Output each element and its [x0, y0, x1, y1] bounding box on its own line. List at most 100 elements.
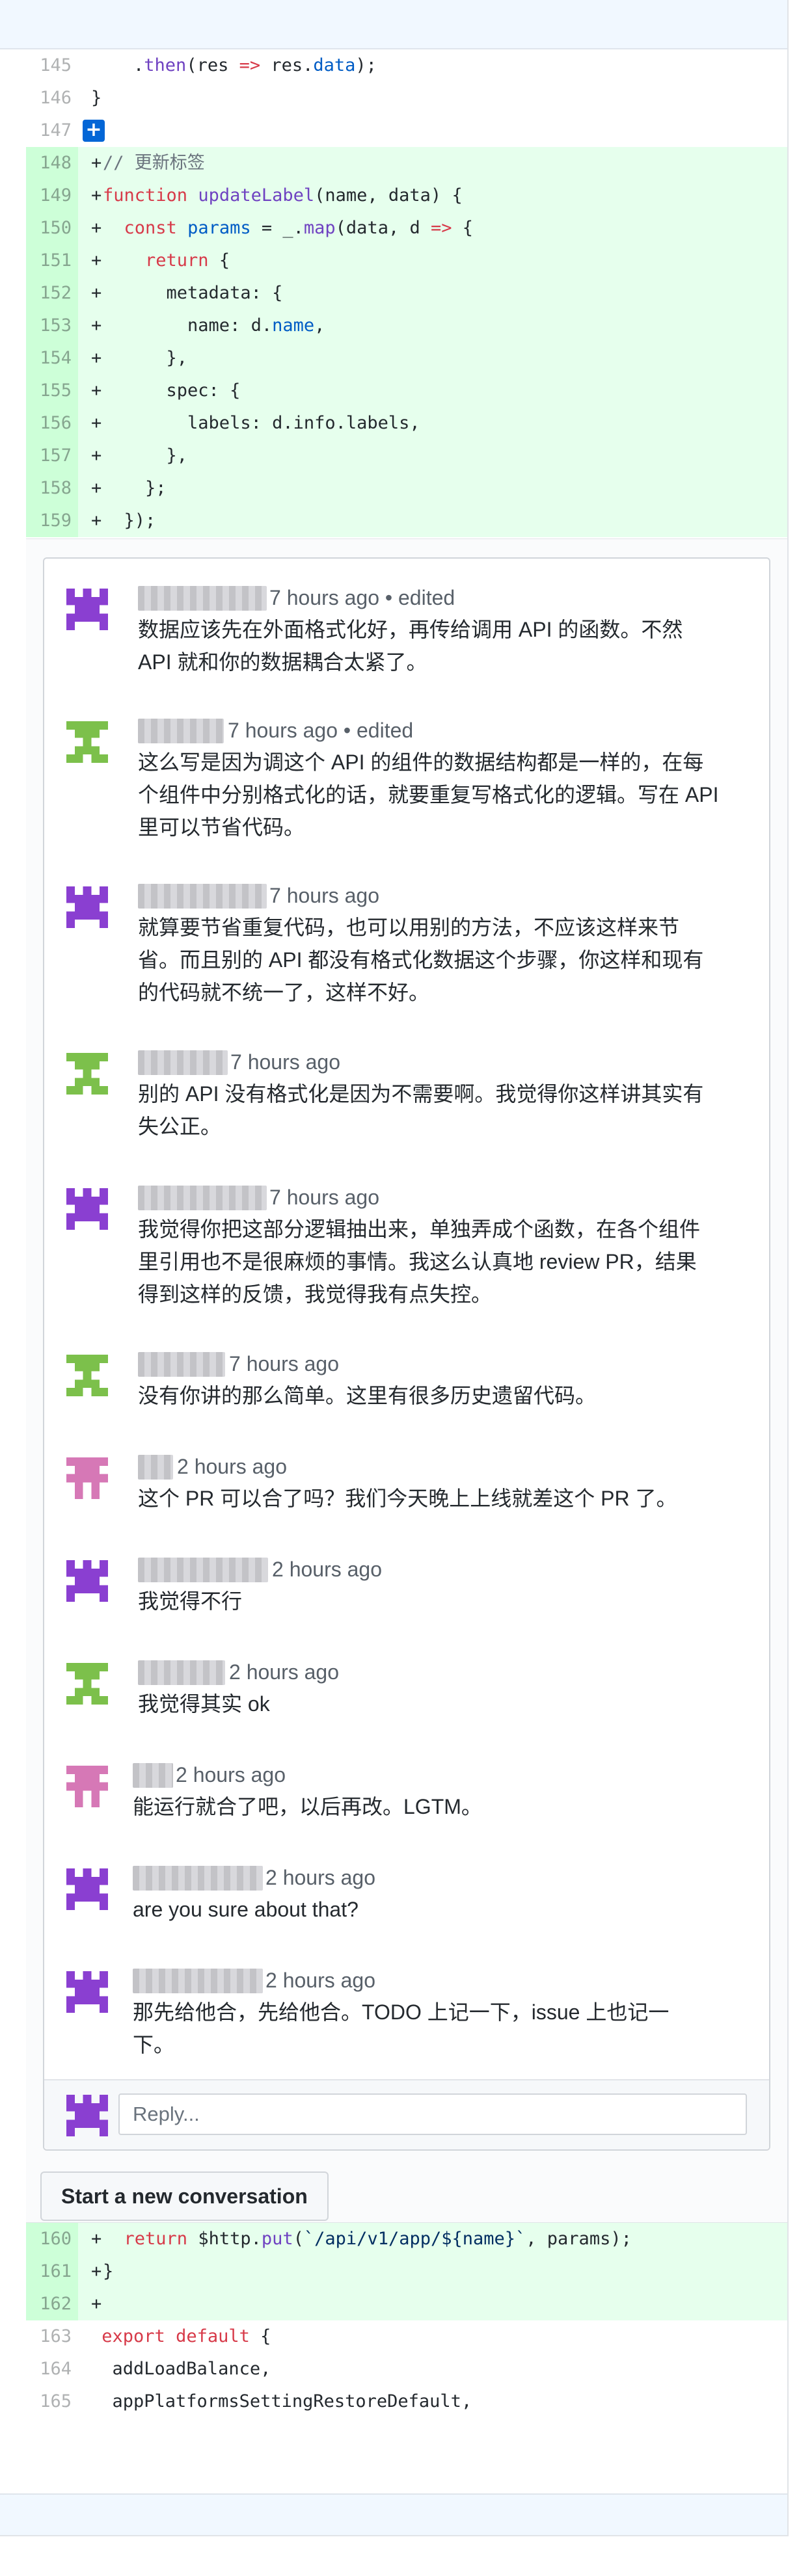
code-text: +}	[91, 2261, 114, 2281]
comment-body: 这个 PR 可以合了吗？我们今天晚上上线就差这个 PR 了。	[138, 1482, 763, 1515]
line-number[interactable]: 150	[26, 212, 78, 245]
comment-body: 这么写是因为调这个 API 的组件的数据结构都是一样的，在每 个组件中分别格式化…	[138, 746, 763, 843]
author-name-redacted[interactable]	[138, 1352, 225, 1377]
comment-timestamp[interactable]: 7 hours ago	[230, 1049, 340, 1075]
author-name-redacted[interactable]	[138, 1558, 268, 1582]
author-name-redacted[interactable]	[138, 884, 267, 909]
code-line-added: 152 + metadata: {	[26, 277, 787, 310]
avatar-icon[interactable]	[66, 1663, 108, 1705]
avatar-icon[interactable]	[66, 589, 108, 630]
line-number[interactable]: 154	[26, 342, 78, 375]
code-line-added: 155 + spec: {	[26, 375, 787, 407]
avatar-icon[interactable]	[66, 1188, 108, 1230]
author-name-redacted[interactable]	[133, 1969, 263, 1993]
add-comment-button[interactable]: +	[83, 120, 105, 142]
avatar-icon[interactable]	[66, 886, 108, 928]
comment-line: are you sure about that?	[133, 1898, 359, 1921]
comment-line: 我觉得你把这部分逻辑抽出来，单独弄成个函数，在各个组件	[138, 1217, 701, 1241]
line-number[interactable]: 146	[26, 82, 78, 114]
author-name-redacted[interactable]	[138, 1186, 267, 1210]
comment-line: 这么写是因为调这个 API 的组件的数据结构都是一样的，在每	[138, 750, 704, 774]
line-number[interactable]: 157	[26, 440, 78, 472]
avatar-icon[interactable]	[66, 1971, 108, 2013]
line-number[interactable]: 148	[26, 147, 78, 179]
code-text: + spec: {	[91, 380, 241, 401]
line-number[interactable]: 161	[26, 2255, 78, 2288]
comment-line: 我觉得其实 ok	[138, 1692, 270, 1716]
comment-line: 里引用也不是很麻烦的事情。我这么认真地 review PR，结果	[138, 1250, 697, 1273]
avatar-icon[interactable]	[66, 1560, 108, 1602]
line-number[interactable]: 145	[26, 49, 78, 82]
code-text: appPlatformsSettingRestoreDefault,	[91, 2391, 472, 2411]
comment-timestamp[interactable]: 7 hours ago	[229, 1351, 339, 1377]
code-text: + },	[91, 445, 188, 466]
avatar-icon	[66, 2095, 108, 2136]
comment-timestamp[interactable]: 7 hours ago	[269, 883, 379, 909]
code-text: .then(res => res.data);	[91, 55, 377, 75]
code-line-added: 157 + },	[26, 440, 787, 472]
comment-line: 下。	[133, 2033, 175, 2056]
comment-timestamp[interactable]: 2 hours ago	[177, 1454, 287, 1480]
comment-timestamp[interactable]: 2 hours ago	[176, 1762, 286, 1788]
line-number[interactable]: 159	[26, 505, 78, 537]
start-new-conversation-button[interactable]: Start a new conversation	[40, 2171, 329, 2221]
code-text: + return $http.put(`/api/v1/app/${name}`…	[91, 2229, 632, 2249]
line-number[interactable]: 155	[26, 375, 78, 407]
line-number[interactable]: 162	[26, 2288, 78, 2320]
code-line-added: 148 +// 更新标签	[26, 147, 787, 179]
line-number[interactable]: 163	[26, 2320, 78, 2353]
avatar-icon[interactable]	[66, 1766, 108, 1807]
comment-timestamp[interactable]: 2 hours ago	[265, 1865, 375, 1891]
comment-timestamp[interactable]: 2 hours ago	[272, 1556, 382, 1582]
comment-body: 能运行就合了吧，以后再改。LGTM。	[133, 1790, 757, 1823]
author-name-redacted[interactable]	[133, 1866, 263, 1891]
code-line-added: 161 +}	[26, 2255, 787, 2288]
author-name-redacted[interactable]	[138, 1660, 225, 1685]
comment-line: 个组件中分别格式化的话，就要重复写格式化的逻辑。写在 API	[138, 783, 719, 806]
code-block-bottom: 160 + return $http.put(`/api/v1/app/${nam…	[26, 2223, 787, 2418]
comment-timestamp[interactable]: 2 hours ago	[229, 1659, 339, 1685]
line-number[interactable]: 149	[26, 179, 78, 212]
line-number[interactable]: 160	[26, 2223, 78, 2255]
code-line-added: 151 + return {	[26, 245, 787, 277]
author-name-redacted[interactable]	[138, 586, 267, 611]
code-text: +	[91, 2294, 102, 2314]
comment-timestamp[interactable]: 7 hours ago • edited	[228, 717, 413, 743]
code-line: 147 +	[26, 114, 787, 147]
comment-line: 数据应该先在外面格式化好，再传给调用 API 的函数。不然	[138, 618, 683, 641]
author-name-redacted[interactable]	[138, 719, 224, 743]
line-number[interactable]: 153	[26, 310, 78, 342]
comment-line: 省。而且别的 API 都没有格式化数据这个步骤，你这样和现有	[138, 948, 704, 972]
code-block-top: 145 .then(res => res.data); 146} 147 + 14…	[26, 49, 787, 537]
avatar-icon[interactable]	[66, 1053, 108, 1095]
code-text: +function updateLabel(name, data) {	[91, 185, 463, 206]
inline-comment-container: 7 hours ago • edited 数据应该先在外面格式化好，再传给调用 …	[26, 538, 787, 2223]
code-line: 163 export default {	[26, 2320, 787, 2353]
avatar-icon[interactable]	[66, 1868, 108, 1910]
reply-row: Reply...	[44, 2079, 769, 2149]
author-name-redacted[interactable]	[133, 1763, 173, 1788]
line-number[interactable]: 152	[26, 277, 78, 310]
comment-timestamp[interactable]: 2 hours ago	[265, 1967, 375, 1993]
avatar-icon[interactable]	[66, 721, 108, 763]
code-line-added: 159 + });	[26, 505, 787, 537]
code-text: }	[91, 88, 102, 108]
comment-line: 的代码就不统一了，这样不好。	[138, 981, 430, 1004]
comment-line: 这个 PR 可以合了吗？我们今天晚上上线就差这个 PR 了。	[138, 1487, 677, 1510]
reply-input[interactable]: Reply...	[118, 2093, 747, 2135]
line-number[interactable]: 165	[26, 2385, 78, 2418]
author-name-redacted[interactable]	[138, 1455, 173, 1480]
author-name-redacted[interactable]	[138, 1050, 228, 1075]
avatar-icon[interactable]	[66, 1355, 108, 1396]
comment-line: 能运行就合了吧，以后再改。LGTM。	[133, 1795, 482, 1818]
line-number[interactable]: 156	[26, 407, 78, 440]
comment-timestamp[interactable]: 7 hours ago • edited	[269, 585, 455, 611]
line-number[interactable]: 158	[26, 472, 78, 505]
line-number[interactable]: 164	[26, 2353, 78, 2385]
comment-timestamp[interactable]: 7 hours ago	[269, 1184, 379, 1210]
review-thread: 7 hours ago • edited 数据应该先在外面格式化好，再传给调用 …	[43, 557, 770, 2151]
avatar-icon[interactable]	[66, 1457, 108, 1499]
line-number[interactable]: 147	[26, 114, 78, 147]
comment-body: are you sure about that?	[133, 1893, 757, 1926]
line-number[interactable]: 151	[26, 245, 78, 277]
